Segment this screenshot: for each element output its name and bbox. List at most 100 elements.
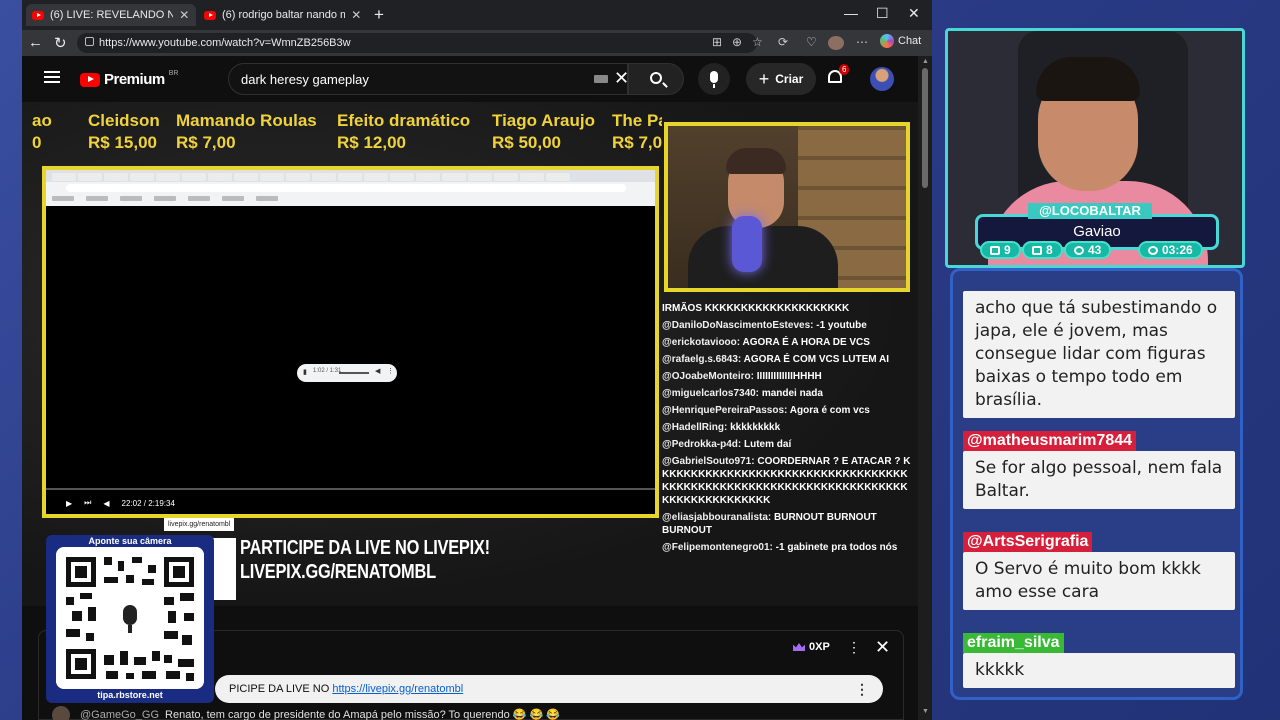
audio-player: ▮ 1:02 / 1:31 ◀ ⋮ [297,364,397,382]
chat-icon [990,245,1000,255]
site-info-icon[interactable] [85,37,94,46]
more-icon[interactable]: ⋯ [856,35,868,49]
guest-hair [1036,57,1140,101]
keyboard-icon[interactable] [594,75,608,83]
tab-live[interactable]: (6) LIVE: REVELANDO NOVOS ÁUD ✕ [26,4,196,26]
overlay-chat-line: @eliasjabbouranalista: BURNOUT BURNOUT B… [662,512,877,536]
search-input[interactable]: dark heresy gameplay [228,63,628,95]
create-button[interactable]: + Criar [746,63,816,95]
qr-code [56,547,204,689]
logo-word: Premium [104,71,165,88]
shared-player-controls: ▶ ⏭ ◀ 22:02 / 2:19:34 [46,492,655,514]
volume-icon: ◀ [103,498,110,508]
tab-rodrigo-baltar[interactable]: (6) rodrigo baltar nando moura se ✕ [198,4,368,26]
overlay-chat-line: @HadellRing: kkkkkkkkk [662,422,781,433]
qr-code-card: Aponte sua câmera tipa.rbstore.net [46,535,214,703]
search-button[interactable] [628,63,684,95]
donor-amount: R$ 7,00 [176,133,236,152]
chat-message: @GameGo_GG Renato, tem cargo de president… [52,706,560,720]
youtube-icon [204,10,216,20]
scroll-thumb[interactable] [922,68,928,188]
plus-icon: + [758,68,770,89]
close-icon[interactable]: ✕ [351,8,362,22]
new-tab-button[interactable]: + [374,5,384,25]
uptime: 03:26 [1162,243,1193,257]
youtube-count: 8 [1046,243,1053,257]
search-icon [650,72,662,84]
tab-label: (6) rodrigo baltar nando moura se [222,9,345,21]
youtube-icon [80,72,100,87]
chat-text: kkkkk [963,653,1235,688]
audio-time: 1:02 / 1:31 [313,368,342,374]
overlay-chat-line: @OJoabeMonteiro: IIIIIIIIIIIIIHHHH [662,371,822,382]
youtube-premium-logo[interactable]: Premium BR [80,70,179,88]
url-field[interactable]: https://www.youtube.com/watch?v=WmnZB256… [77,33,757,53]
close-icon[interactable]: ✕ [179,8,190,22]
chat-author: @ArtsSerigrafia [963,532,1093,552]
create-label: Criar [775,72,804,86]
scroll-up-icon[interactable]: ▲ [922,58,929,65]
shared-progress-bar [46,488,655,490]
zoom-icon[interactable]: ⊕ [732,35,742,49]
tab-label: (6) LIVE: REVELANDO NOVOS ÁUD [50,9,173,21]
stream-chat-overlay: IRMÃOS KKKKKKKKKKKKKKKKKKKK @DaniloDoNas… [662,302,914,592]
video-player[interactable]: ao 0 Cleidson R$ 15,00 Mamando Roulas R$… [22,102,918,606]
overlay-chat-line: @DaniloDoNascimentoEsteves: -1 youtube [662,320,867,331]
browser-essentials-icon[interactable]: ♡ [806,35,817,49]
window-close-icon[interactable]: ✕ [908,5,920,22]
maximize-icon[interactable]: ☐ [876,5,889,22]
overlay-chat-line: @erickotaviooo: AGORA É A HORA DE VCS [662,337,870,348]
chat-overlay: acho que tá subestimando o japa, ele é j… [950,268,1243,700]
clear-search-icon[interactable]: ✕ [614,68,629,89]
notifications-button[interactable]: 6 [826,64,850,88]
streamer-body [688,226,838,288]
pinned-more-icon[interactable]: ⋮ [855,681,869,698]
country-code: BR [168,70,179,77]
link-tooltip: livepix.gg/renatombl [164,518,235,531]
banner-line: PARTICIPE DA LIVE NO LIVEPIX! [240,537,490,559]
pinned-link[interactable]: https://livepix.gg/renatombl [332,683,463,695]
scroll-down-icon[interactable]: ▼ [922,708,929,715]
donor-amount: 0 [32,133,42,152]
donor-name: Cleidson [88,111,160,130]
voice-search-button[interactable] [698,63,730,95]
xp-badge[interactable]: 0XP [793,641,830,653]
copilot-icon [880,34,894,48]
youtube-header: Premium BR dark heresy gameplay ✕ + Cria… [22,56,918,102]
menu-icon[interactable] [44,71,60,83]
profile-avatar[interactable] [828,36,844,50]
minimize-icon[interactable]: — [844,5,858,21]
chat-author: @GameGo_GG [80,708,160,720]
overlay-chat-line: @Pedrokka-p4d: Lutem daí [662,439,792,450]
uptime-stat: 03:26 [1138,241,1203,259]
viewer-count: 43 [1088,243,1102,257]
copilot-chat-button[interactable]: Chat [880,34,921,48]
volume-icon: ◀ [375,368,381,375]
chat-author: efraim_silva [963,633,1064,653]
chat-message: efraim_silva kkkkk [963,633,1235,688]
shared-time: 22:02 / 2:19:34 [121,498,175,508]
qr-footer: tipa.rbstore.net [97,690,163,700]
pinned-message[interactable]: PICIPE DA LIVE NO https://livepix.gg/ren… [215,675,883,703]
donor-amount: R$ 12,00 [337,133,406,152]
account-avatar[interactable] [870,67,894,91]
next-icon: ⏭ [84,498,92,507]
donor-amount: R$ 7,0 [612,133,662,152]
favorite-icon[interactable]: ☆ [752,35,763,49]
extensions-icon[interactable]: ⟳ [778,35,788,49]
reload-icon[interactable]: ↻ [54,34,67,52]
donor-entry: Efeito dramático R$ 12,00 [337,110,470,154]
chat-author: @matheusmarim7844 [963,431,1137,451]
youtube-icon [1032,245,1042,255]
more-options-icon[interactable]: ⋮ [847,639,861,656]
donor-entry: Mamando Roulas R$ 7,00 [176,110,317,154]
streamer-camera [664,122,910,292]
close-chat-icon[interactable]: ✕ [875,637,890,658]
donor-name: Efeito dramático [337,111,471,130]
page-scrollbar[interactable]: ▲ ▼ [918,56,932,720]
apps-icon[interactable]: ⊞ [712,35,722,49]
play-icon: ▶ [66,498,73,508]
back-icon[interactable]: ← [28,34,43,51]
shared-browser-chrome [46,170,655,206]
chat-text: Se for algo pessoal, nem fala Baltar. [963,451,1235,509]
